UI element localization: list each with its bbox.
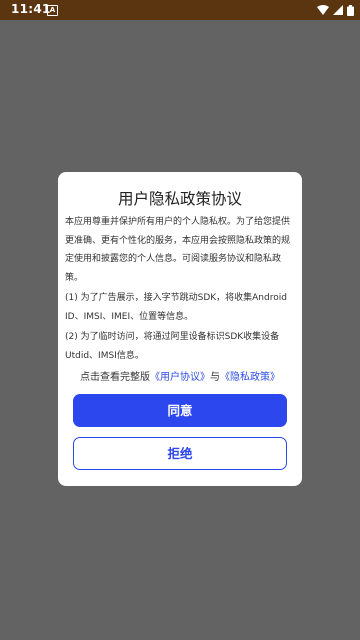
dialog-body: 本应用尊重并保护所有用户的个人隐私权。为了给您提供更准确、更有个性化的服务，本应…: [65, 213, 297, 365]
system-icons: [317, 4, 354, 16]
privacy-dialog: 用户隐私政策协议 本应用尊重并保护所有用户的个人隐私权。为了给您提供更准确、更有…: [58, 172, 302, 486]
status-time: 11:41: [11, 2, 51, 16]
privacy-policy-link[interactable]: 《隐私政策》: [220, 372, 280, 383]
battery-icon: [347, 4, 354, 16]
reject-button[interactable]: 拒绝: [73, 437, 287, 470]
privacy-paragraph-ads: (1) 为了广告展示，接入字节跳动SDK，将收集Android ID、IMSI、…: [65, 293, 287, 322]
links-prefix: 点击查看完整版: [80, 372, 150, 383]
user-agreement-link[interactable]: 《用户协议》: [150, 372, 210, 383]
policy-links-line: 点击查看完整版《用户协议》与《隐私政策》: [58, 368, 302, 383]
dialog-title: 用户隐私政策协议: [117, 190, 242, 208]
privacy-paragraph-device: (2) 为了临时访问，将通过阿里设备标识SDK收集设备Utdid、IMSI信息。: [65, 332, 280, 361]
agree-button[interactable]: 同意: [73, 394, 287, 427]
privacy-paragraph-intro: 本应用尊重并保护所有用户的个人隐私权。为了给您提供更准确、更有个性化的服务，本应…: [65, 217, 291, 283]
links-joiner: 与: [210, 372, 220, 383]
signal-icon: [333, 5, 343, 15]
wifi-icon: [317, 5, 329, 15]
notification-icon: A: [47, 5, 58, 16]
status-bar: 11:41 A: [0, 0, 360, 20]
